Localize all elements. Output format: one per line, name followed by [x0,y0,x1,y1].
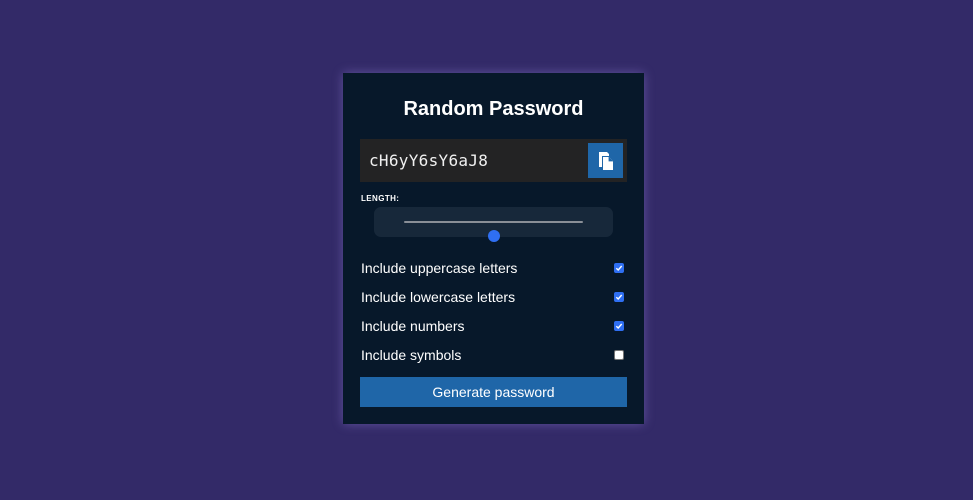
option-numbers-label: Include numbers [361,318,465,334]
app-title: Random Password [403,98,584,120]
length-slider-track[interactable] [404,221,583,242]
option-symbols: Include symbols [360,345,627,365]
option-uppercase: Include uppercase letters [360,258,627,278]
length-slider-thumb[interactable] [487,230,500,242]
lowercase-checkbox[interactable] [614,292,624,302]
option-symbols-label: Include symbols [361,347,462,363]
copy-button[interactable] [588,143,623,178]
length-label: LENGTH: [361,194,400,203]
password-result-box: cH6yY6sY6aJ8 [360,139,627,182]
option-lowercase-label: Include lowercase letters [361,289,516,305]
numbers-checkbox[interactable] [614,321,624,331]
generate-password-button[interactable]: Generate password [360,377,627,407]
clipboard-copy-icon [598,151,613,170]
option-uppercase-label: Include uppercase letters [361,260,518,276]
option-numbers: Include numbers [360,316,627,336]
password-generator-card: Random Password cH6yY6sY6aJ8 LENGTH: Inc… [343,73,644,424]
symbols-checkbox[interactable] [614,350,624,360]
password-output: cH6yY6sY6aJ8 [369,151,489,170]
uppercase-checkbox[interactable] [614,263,624,273]
option-lowercase: Include lowercase letters [360,287,627,307]
length-slider-container [374,207,613,242]
